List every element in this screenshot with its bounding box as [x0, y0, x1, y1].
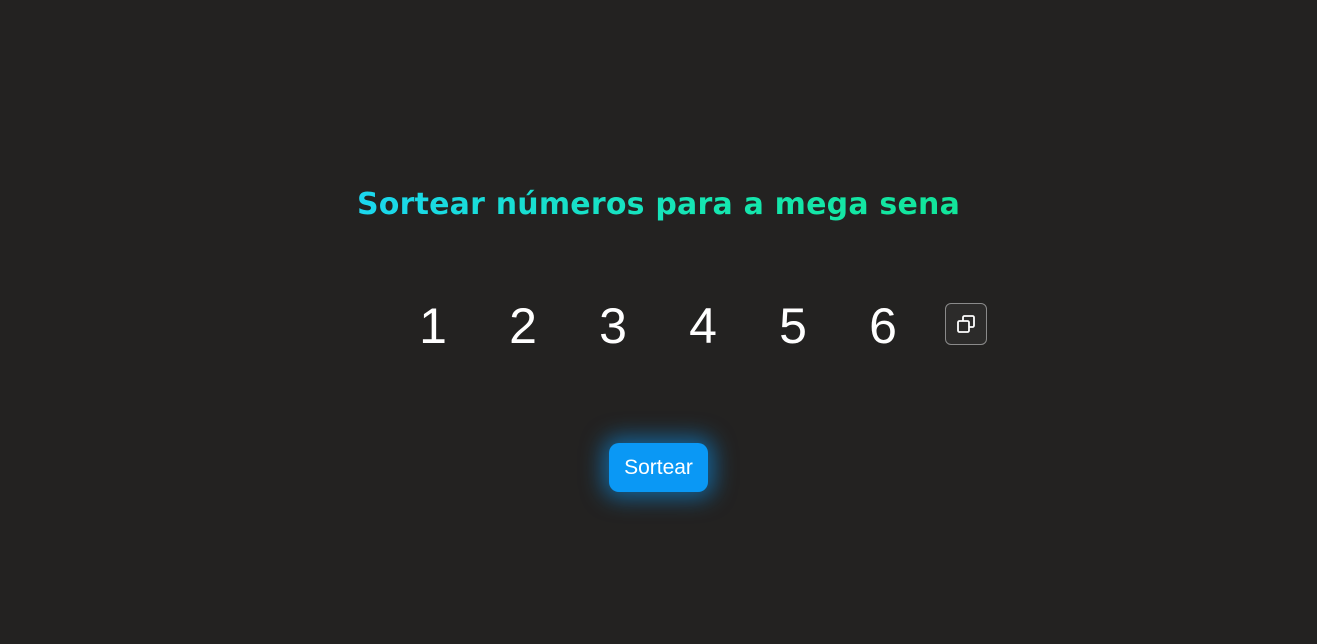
draw-button[interactable]: Sortear	[609, 443, 708, 492]
drawn-number: 6	[869, 298, 897, 354]
copy-icon	[957, 315, 975, 333]
page-title-text: Sortear números para a mega sena	[356, 187, 961, 222]
drawn-number: 3	[599, 298, 627, 354]
copy-numbers-button[interactable]	[945, 303, 987, 345]
drawn-number: 5	[779, 298, 807, 354]
drawn-number: 2	[509, 298, 537, 354]
drawn-number: 1	[419, 298, 447, 354]
drawn-number: 4	[689, 298, 717, 354]
page-title: Sortear números para a mega sena	[0, 185, 1317, 225]
